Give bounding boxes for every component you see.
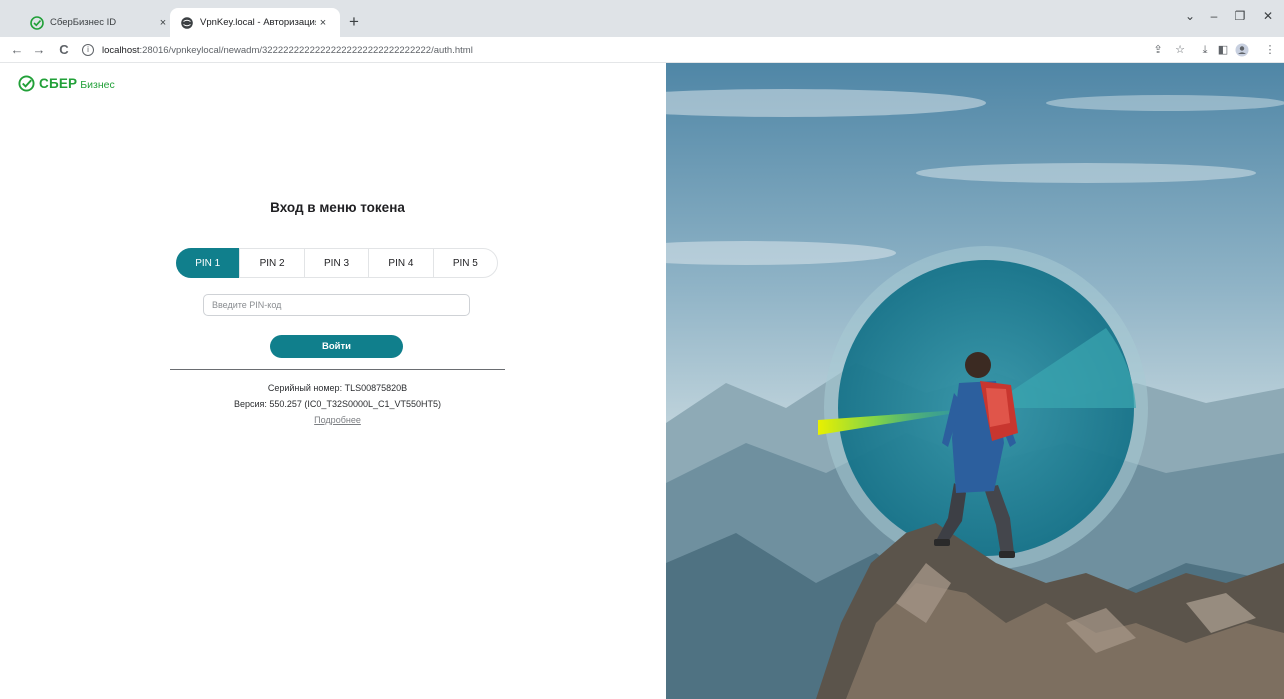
back-icon[interactable]: ← <box>8 41 26 59</box>
new-tab-button[interactable]: + <box>344 12 364 32</box>
sber-favicon-icon <box>30 15 44 30</box>
logo-brand: СБЕР <box>39 76 78 91</box>
page-content: СБЕР Бизнес Вход в меню токена PIN 1 PIN… <box>0 63 1284 699</box>
version-info: Версия: 550.257 (IC0_T32S0000L_C1_VT550H… <box>233 399 442 409</box>
tab-vpnkey-auth[interactable]: VpnKey.local - Авторизация × <box>170 8 340 37</box>
url-path: :28016/vpnkeylocal/newadm/32222222222222… <box>139 44 473 56</box>
profile-icon[interactable] <box>1234 42 1250 58</box>
tab-close-icon[interactable]: × <box>316 17 330 29</box>
restore-icon[interactable]: ❐ <box>1228 9 1252 23</box>
tab-search-dropdown-icon[interactable]: ⌄ <box>1178 9 1202 23</box>
login-button[interactable]: Войти <box>270 335 403 358</box>
tab-close-icon[interactable]: × <box>156 17 170 29</box>
minimize-icon[interactable]: – <box>1202 9 1226 23</box>
more-details-link[interactable]: Подробнее <box>170 415 505 425</box>
tab-pin-2[interactable]: PIN 2 <box>239 249 303 277</box>
mountain-hiker-image <box>666 63 1284 699</box>
divider <box>170 369 505 370</box>
tab-pin-5[interactable]: PIN 5 <box>432 249 497 277</box>
tab-label: VpnKey.local - Авторизация <box>200 17 316 28</box>
site-info-icon[interactable]: i <box>82 44 94 56</box>
logo-subtitle: Бизнес <box>80 78 115 91</box>
hero-illustration <box>666 63 1284 699</box>
share-icon[interactable]: ⇪ <box>1150 42 1166 58</box>
tab-pin-1[interactable]: PIN 1 <box>176 248 240 278</box>
tab-pin-3[interactable]: PIN 3 <box>303 249 368 277</box>
login-panel: СБЕР Бизнес Вход в меню токена PIN 1 PIN… <box>0 63 666 699</box>
pin-tabs: PIN 1 PIN 2 PIN 3 PIN 4 PIN 5 <box>176 248 498 278</box>
browser-tab-bar: СберБизнес ID × VpnKey.local - Авторизац… <box>0 0 1284 37</box>
tab-label: СберБизнес ID <box>50 17 117 28</box>
side-panel-icon[interactable]: ◧ <box>1215 42 1231 58</box>
menu-icon[interactable]: ⋮ <box>1262 42 1278 58</box>
sber-logo-icon <box>18 75 35 92</box>
pin-input[interactable] <box>203 294 470 316</box>
reload-icon[interactable]: C <box>55 41 73 59</box>
forward-icon[interactable]: → <box>30 41 48 59</box>
url-field[interactable]: i localhost:28016/vpnkeylocal/newadm/322… <box>82 39 1142 61</box>
page-title: Вход в меню токена <box>270 200 405 215</box>
tab-sberbusiness-id[interactable]: СберБизнес ID × <box>20 8 180 37</box>
sber-business-logo: СБЕР Бизнес <box>18 75 115 92</box>
bookmark-star-icon[interactable]: ☆ <box>1172 42 1188 58</box>
globe-favicon-icon <box>181 16 193 29</box>
tab-pin-4[interactable]: PIN 4 <box>368 249 432 277</box>
window-close-icon[interactable]: ✕ <box>1256 9 1280 23</box>
address-bar-row: ← → C i localhost:28016/vpnkeylocal/newa… <box>0 37 1284 63</box>
serial-number: Серийный номер: TLS00875820B <box>267 383 408 393</box>
download-icon[interactable]: ⤓ <box>1197 42 1213 58</box>
url-host: localhost <box>102 44 140 56</box>
